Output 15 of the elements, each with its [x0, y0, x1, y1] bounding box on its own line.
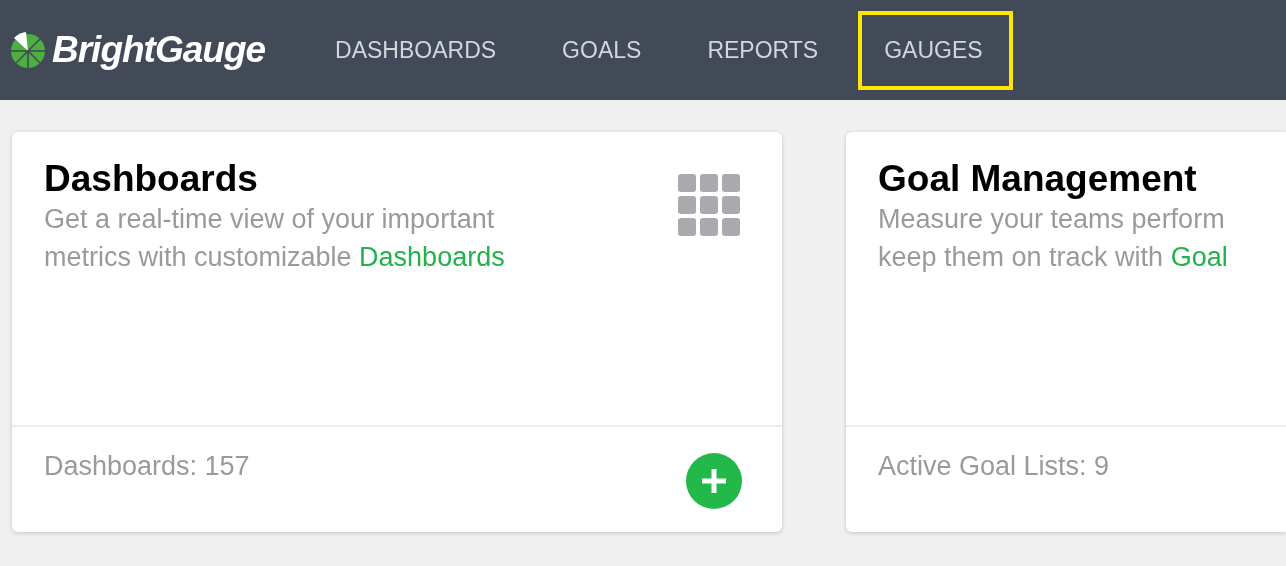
- nav-link[interactable]: REPORTS: [689, 10, 849, 90]
- plus-icon: [699, 466, 729, 496]
- card-description: Measure your teams perform keep them on track with Goal: [878, 203, 1228, 274]
- card-title: Goal Management: [878, 158, 1198, 200]
- logo-icon: [8, 30, 48, 70]
- nav-link[interactable]: DASHBOARDS: [317, 10, 527, 90]
- grid-icon: [678, 174, 740, 236]
- card-count: Dashboards: 157: [44, 451, 250, 482]
- card-title: Dashboards: [44, 158, 259, 200]
- nav-link[interactable]: GOALS: [544, 10, 672, 90]
- card-description: Get a real-time view of your important metrics with customizable Dashboards: [44, 203, 505, 274]
- add-button[interactable]: [686, 453, 742, 509]
- logo-text[interactable]: BrightGauge: [52, 29, 266, 71]
- nav-link[interactable]: GAUGES: [858, 10, 1013, 90]
- card-count: Active Goal Lists: 9: [878, 451, 1110, 482]
